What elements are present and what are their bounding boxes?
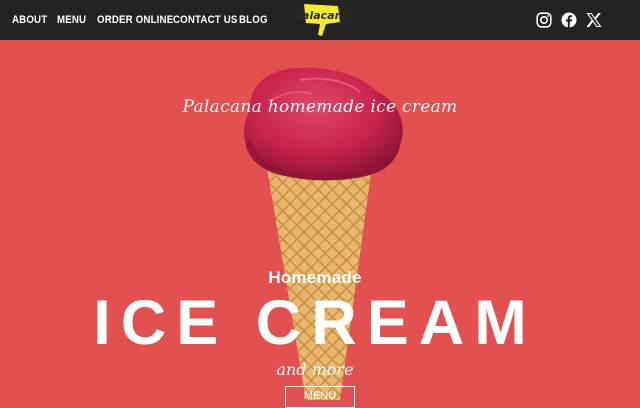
hero-headline: ICE CREAM: [93, 288, 537, 358]
instagram-icon[interactable]: [536, 12, 552, 28]
hero-subline: and more: [276, 360, 354, 379]
nav-item-about[interactable]: ABOUT: [12, 14, 47, 26]
menu-button[interactable]: MENU: [285, 386, 355, 408]
nav-item-blog[interactable]: BLOG: [239, 14, 267, 26]
hero-section: Palacana homemade ice cream Homemade ICE…: [0, 40, 640, 400]
hero-kicker: Homemade: [268, 268, 362, 287]
palacana-logo[interactable]: palacana: [298, 2, 346, 38]
nav-item-menu[interactable]: MENU: [57, 14, 87, 26]
social-links: [536, 12, 602, 28]
x-icon[interactable]: [586, 12, 602, 28]
nav-item-contact-us[interactable]: CONTACT US: [173, 14, 237, 26]
hero-tagline: Palacana homemade ice cream: [182, 97, 458, 117]
facebook-icon[interactable]: [561, 12, 577, 28]
main-menu: ABOUT MENU ORDER ONLINE CONTACT US BLOG: [12, 0, 269, 40]
top-navigation-bar: ABOUT MENU ORDER ONLINE CONTACT US BLOG …: [0, 0, 640, 40]
svg-text:palacana: palacana: [298, 9, 346, 22]
nav-item-order-online[interactable]: ORDER ONLINE: [97, 14, 173, 26]
